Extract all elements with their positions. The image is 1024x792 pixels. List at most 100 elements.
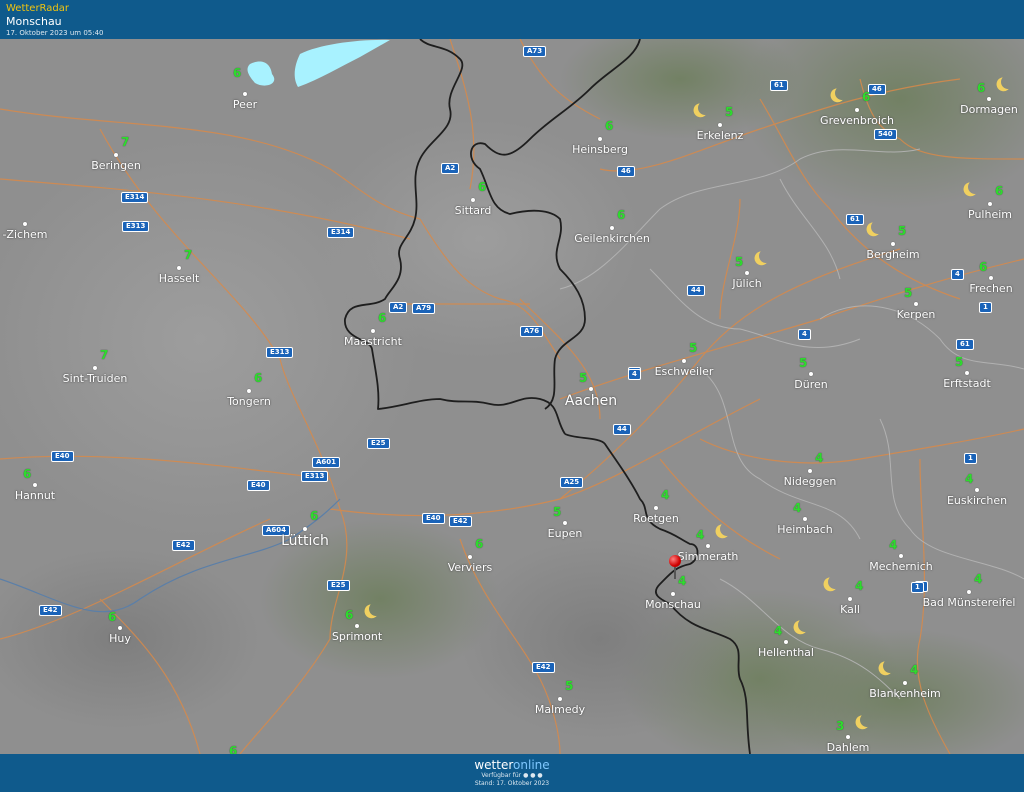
city-marker[interactable] <box>855 108 859 112</box>
city-marker[interactable] <box>177 266 181 270</box>
map-base <box>0 39 1024 754</box>
city-label[interactable]: Frechen <box>969 282 1012 295</box>
city-marker[interactable] <box>914 302 918 306</box>
city-label[interactable]: Monschau <box>645 598 701 611</box>
city-label[interactable]: Aachen <box>565 393 617 409</box>
brand-text-a: wetter <box>474 758 514 772</box>
city-label[interactable]: Beringen <box>91 159 141 172</box>
city-label[interactable]: Hannut <box>15 489 55 502</box>
city-label[interactable]: Grevenbroich <box>820 114 894 127</box>
city-label[interactable]: Erftstadt <box>943 377 991 390</box>
city-label[interactable]: Heimbach <box>777 523 833 536</box>
weather-map[interactable]: A736146540A246E314E313E31461A2A79A764444… <box>0 39 1024 754</box>
city-marker[interactable] <box>706 544 710 548</box>
city-label[interactable]: Blankenheim <box>869 687 941 700</box>
city-label[interactable]: Sittard <box>455 204 492 217</box>
city-label[interactable]: Verviers <box>448 561 493 574</box>
city-marker[interactable] <box>965 371 969 375</box>
availability-text: Verfügbar für ● ● ● <box>0 772 1024 780</box>
city-marker[interactable] <box>371 329 375 333</box>
temperature-label: 4 <box>678 574 687 588</box>
city-label[interactable]: Nideggen <box>784 475 837 488</box>
city-label[interactable]: Huy <box>109 632 131 645</box>
city-label[interactable]: Eschweiler <box>655 365 714 378</box>
road-shield: 1 <box>964 453 977 464</box>
city-marker[interactable] <box>987 97 991 101</box>
city-label[interactable]: Hellenthal <box>758 646 814 659</box>
city-marker[interactable] <box>784 640 788 644</box>
city-marker[interactable] <box>610 226 614 230</box>
road-shield: E313 <box>122 221 150 232</box>
city-label[interactable]: Geilenkirchen <box>574 232 650 245</box>
city-marker[interactable] <box>803 517 807 521</box>
city-label[interactable]: Tongern <box>227 395 271 408</box>
city-label[interactable]: Bad Münstereifel <box>923 596 1016 609</box>
temperature-label: 6 <box>605 119 614 133</box>
city-marker[interactable] <box>243 92 247 96</box>
city-marker[interactable] <box>848 597 852 601</box>
city-marker[interactable] <box>846 735 850 739</box>
city-label[interactable]: Peer <box>233 98 257 111</box>
city-marker[interactable] <box>671 592 675 596</box>
city-marker[interactable] <box>654 506 658 510</box>
city-label[interactable]: Dahlem <box>827 741 870 754</box>
city-marker[interactable] <box>967 590 971 594</box>
city-marker[interactable] <box>989 276 993 280</box>
temperature-label: 4 <box>965 472 974 486</box>
city-marker[interactable] <box>899 554 903 558</box>
brand-logo[interactable]: wetteronline <box>0 758 1024 772</box>
city-label[interactable]: Hasselt <box>159 272 200 285</box>
city-label[interactable]: Lüttich <box>281 533 329 549</box>
city-label[interactable]: Maastricht <box>344 335 402 348</box>
city-marker[interactable] <box>33 483 37 487</box>
city-marker[interactable] <box>303 527 307 531</box>
city-label[interactable]: Sprimont <box>332 630 382 643</box>
city-marker[interactable] <box>589 387 593 391</box>
city-marker[interactable] <box>471 198 475 202</box>
city-label[interactable]: Euskirchen <box>947 494 1007 507</box>
city-marker[interactable] <box>988 202 992 206</box>
city-label[interactable]: Kerpen <box>897 308 936 321</box>
city-label[interactable]: Sint-Truiden <box>63 372 128 385</box>
city-marker[interactable] <box>718 123 722 127</box>
city-label[interactable]: Mechernich <box>869 560 932 573</box>
city-marker[interactable] <box>808 469 812 473</box>
city-marker[interactable] <box>975 488 979 492</box>
temperature-label: 7 <box>100 348 109 362</box>
city-marker[interactable] <box>682 359 686 363</box>
city-label[interactable]: Kall <box>840 603 860 616</box>
city-label[interactable]: Jülich <box>732 277 761 290</box>
road-shield: E25 <box>367 438 390 449</box>
city-marker[interactable] <box>903 681 907 685</box>
city-marker[interactable] <box>468 555 472 559</box>
city-label[interactable]: Erkelenz <box>697 129 744 142</box>
city-marker[interactable] <box>23 222 27 226</box>
city-label[interactable]: Dormagen <box>960 103 1018 116</box>
city-marker[interactable] <box>745 271 749 275</box>
city-marker[interactable] <box>355 624 359 628</box>
temperature-label: 6 <box>310 509 319 523</box>
city-label[interactable]: -Zichem <box>2 228 47 241</box>
road-shield: 4 <box>951 269 964 280</box>
city-label[interactable]: Malmedy <box>535 703 585 716</box>
location-pin-icon[interactable] <box>669 555 681 567</box>
city-label[interactable]: Düren <box>794 378 827 391</box>
city-marker[interactable] <box>598 137 602 141</box>
city-marker[interactable] <box>247 389 251 393</box>
city-label[interactable]: Roetgen <box>633 512 679 525</box>
city-label[interactable]: Heinsberg <box>572 143 628 156</box>
city-label[interactable]: Pulheim <box>968 208 1012 221</box>
city-marker[interactable] <box>93 366 97 370</box>
temperature-label: 6 <box>345 608 354 622</box>
temperature-label: 4 <box>974 572 983 586</box>
city-marker[interactable] <box>118 626 122 630</box>
city-marker[interactable] <box>563 521 567 525</box>
temperature-label: 6 <box>995 184 1004 198</box>
city-marker[interactable] <box>114 153 118 157</box>
city-marker[interactable] <box>558 697 562 701</box>
city-marker[interactable] <box>809 372 813 376</box>
city-label[interactable]: Bergheim <box>866 248 919 261</box>
city-label[interactable]: Eupen <box>548 527 583 540</box>
city-marker[interactable] <box>891 242 895 246</box>
city-label[interactable]: Simmerath <box>678 550 739 563</box>
